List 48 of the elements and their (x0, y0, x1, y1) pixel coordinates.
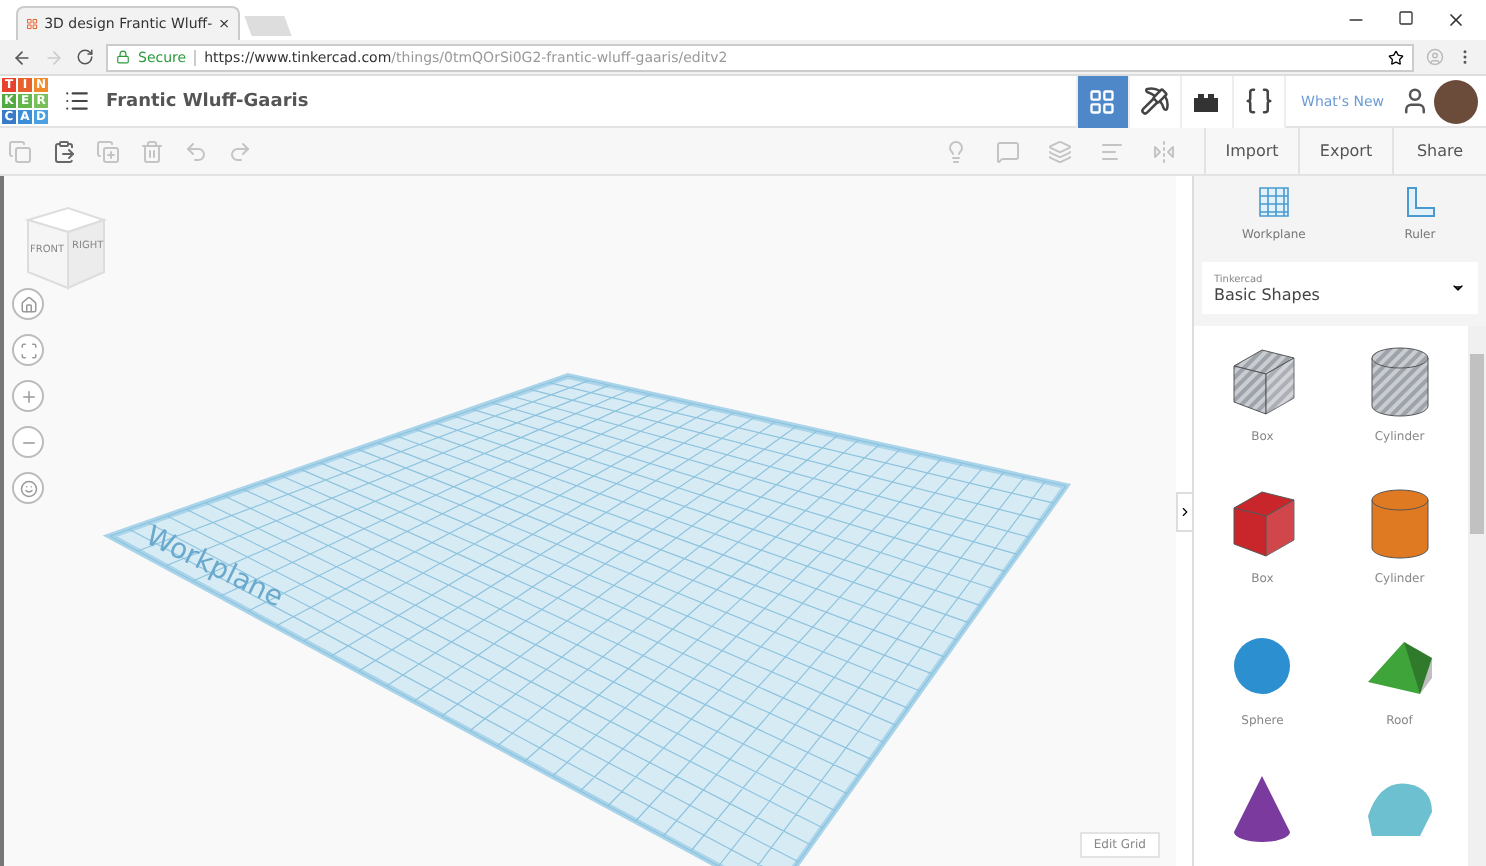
avatar[interactable] (1434, 79, 1478, 123)
delete-button[interactable] (140, 139, 164, 163)
lock-icon (116, 50, 130, 64)
grid-view-button[interactable] (1075, 75, 1128, 127)
grid-icon (1088, 87, 1117, 115)
dropdown-caret-icon (1450, 280, 1466, 296)
zoom-in-button[interactable] (12, 380, 44, 412)
back-icon (12, 47, 32, 67)
home-view-button[interactable] (12, 288, 44, 320)
smile-icon (19, 479, 37, 497)
grid-plane-icon (1255, 184, 1292, 220)
undo-button[interactable] (184, 139, 208, 163)
scrollbar[interactable] (1468, 326, 1486, 866)
reload-icon (76, 48, 94, 66)
ungroup-button[interactable] (1048, 139, 1072, 163)
design-title: Frantic Wluff-Gaaris (106, 91, 309, 111)
paste-button[interactable] (52, 139, 76, 163)
redo-button[interactable] (228, 139, 252, 163)
pickaxe-view-button[interactable] (1127, 75, 1180, 127)
favicon-icon (26, 16, 39, 32)
bookmark-star-icon (1388, 49, 1404, 65)
forward-icon (44, 47, 64, 67)
new-tab-button[interactable] (244, 16, 292, 36)
home-icon (19, 295, 37, 313)
view-cube-drawing[interactable] (24, 204, 108, 292)
lightbulb-button[interactable] (944, 139, 968, 163)
mirror-button[interactable] (1152, 139, 1176, 163)
align-button[interactable] (1100, 139, 1124, 163)
duplicate-button[interactable] (96, 139, 120, 163)
ruler-icon (1401, 184, 1438, 220)
list-icon (64, 88, 90, 114)
maximize-icon (1398, 10, 1414, 26)
bricks-icon (1192, 91, 1221, 111)
user-icon (1400, 86, 1430, 116)
codeblocks-view-button[interactable] (1231, 75, 1284, 127)
copy-button[interactable] (8, 139, 32, 163)
bricks-view-button[interactable] (1179, 75, 1232, 127)
chevron-right-icon (1178, 503, 1192, 519)
zoom-out-button[interactable] (12, 426, 44, 458)
pickaxe-icon (1139, 86, 1170, 116)
group-button[interactable] (996, 139, 1020, 163)
perspective-button[interactable] (12, 472, 44, 504)
plus-icon (19, 387, 37, 405)
collapse-panel-button[interactable] (1176, 491, 1192, 531)
close-icon (1446, 10, 1466, 30)
fit-view-button[interactable] (12, 334, 44, 366)
braces-icon (1243, 86, 1274, 116)
fit-frame-icon (19, 341, 37, 359)
